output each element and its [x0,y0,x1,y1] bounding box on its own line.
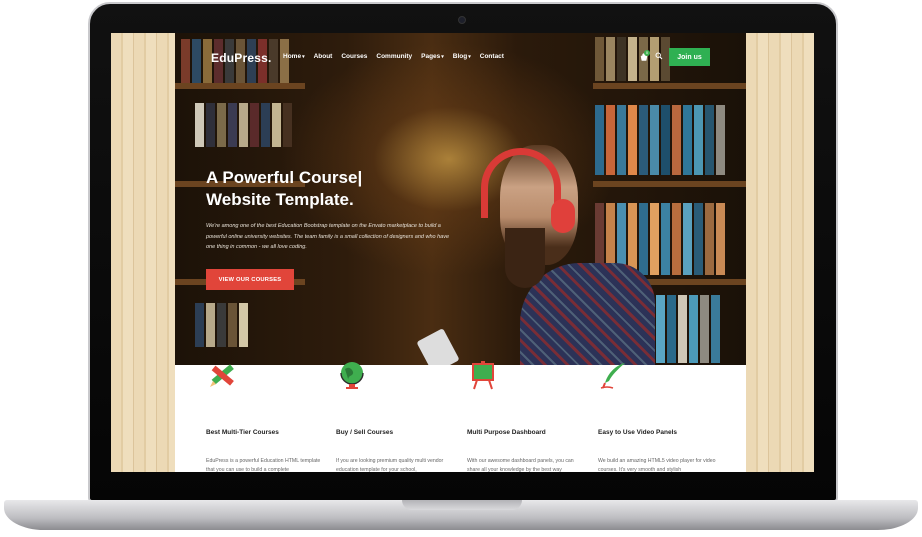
nav-item-blog[interactable]: Blog▾ [453,53,471,60]
books-row [595,105,727,175]
hero-title: A Powerful Course| Website Template. [206,167,406,211]
nav-item-home[interactable]: Home▾ [283,53,305,60]
website-frame: EduPress. Home▾ About Courses Community … [175,33,746,472]
feature-description: EduPress is a powerful Education HTML te… [206,458,321,472]
browser-screen: EduPress. Home▾ About Courses Community … [111,33,814,472]
books-row [195,303,250,347]
bookshelf [593,181,746,187]
quill-icon [598,359,630,391]
laptop-base [4,500,918,530]
hero-title-line-2: Website Template. [206,190,354,209]
cart-count-badge: 0 [644,50,650,56]
view-courses-button[interactable]: VIEW OUR COURSES [206,269,294,290]
bookshelf [593,83,746,89]
easel-icon [467,359,499,391]
feature-title: Easy to Use Video Panels [598,429,677,436]
books-row [195,103,294,147]
chevron-down-icon: ▾ [441,54,444,60]
nav-item-courses[interactable]: Courses [341,53,367,60]
feature-description: With our awesome dashboard panels, you c… [467,458,574,472]
camera-icon [458,16,466,24]
person-beard [505,228,545,288]
feature-title: Buy / Sell Courses [336,429,394,436]
nav-item-contact[interactable]: Contact [480,53,504,60]
bookshelf [175,83,305,89]
features-section: Best Multi-Tier Courses EduPress is a po… [175,361,746,472]
feature-title: Multi Purpose Dashboard [467,429,546,436]
headphones-icon [481,148,561,218]
hero-description: We're among one of the best Education Bo… [206,223,450,250]
site-logo[interactable]: EduPress. [211,51,272,65]
feature-title: Best Multi-Tier Courses [206,429,279,436]
books-row [645,295,722,363]
chevron-down-icon: ▾ [468,54,471,60]
globe-icon [336,359,368,391]
pencil-ruler-icon [206,359,238,391]
laptop-notch [402,500,522,510]
main-nav: Home▾ About Courses Community Pages▾ Blo… [283,53,504,60]
nav-item-community[interactable]: Community [376,53,412,60]
nav-item-pages[interactable]: Pages▾ [421,53,444,60]
hero-section: EduPress. Home▾ About Courses Community … [175,33,746,374]
chevron-down-icon: ▾ [302,54,305,60]
wood-background-right [746,33,814,472]
wood-background-left [111,33,175,472]
headphone-cup [551,199,575,233]
search-icon[interactable] [655,52,663,62]
feature-description: We build an amazing HTML5 video player f… [598,458,716,472]
nav-item-about[interactable]: About [314,53,333,60]
hero-title-line-1: A Powerful Course| [206,168,363,187]
feature-description: If you are looking premium quality multi… [336,458,444,472]
join-us-button[interactable]: Join us [669,48,710,66]
